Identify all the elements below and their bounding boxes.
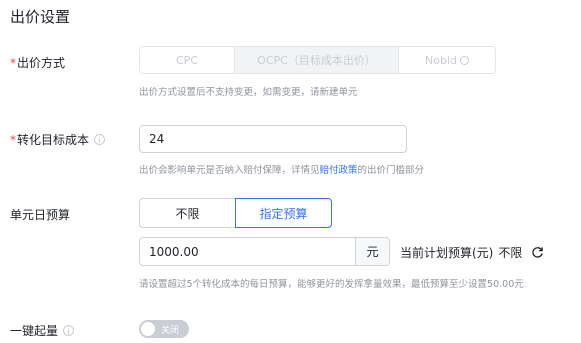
compensation-policy-link[interactable]: 赔付政策 [320,165,358,176]
bid-mode-option-nobid: Nobid [399,47,495,73]
bid-mode-option-ocpc: OCPC（目标成本出价） [235,47,399,73]
one-click-switch[interactable]: 关闭 [139,320,189,338]
plan-budget-label: 当前计划预算(元) [400,246,494,260]
info-icon[interactable] [63,325,75,336]
plan-budget-value: 不限 [498,246,523,260]
refresh-icon[interactable] [531,246,544,259]
target-cost-hint: 出价会影响单元是否纳入赔付保障，详情见赔付政策的出价门槛部分 [139,165,425,176]
switch-label: 关闭 [161,325,180,336]
switch-knob [141,322,155,336]
budget-option-unlimited[interactable]: 不限 [139,198,235,228]
required-mark: * [10,132,16,147]
daily-budget-label-row: 单元日预算 [10,206,70,223]
bid-mode-label: 出价方式 [17,56,66,70]
one-click-label-row: 一键起量 [10,322,75,339]
info-icon[interactable] [94,134,106,145]
target-cost-input[interactable]: 24 [139,125,407,153]
bid-mode-selector: CPC OCPC（目标成本出价） Nobid [139,46,496,74]
bid-mode-option-cpc: CPC [140,47,235,73]
budget-option-specified[interactable]: 指定预算 [235,198,332,228]
one-click-label: 一键起量 [10,324,59,338]
required-mark: * [10,55,16,70]
target-cost-label-row: * 转化目标成本 [10,131,106,148]
section-title: 出价设置 [10,8,71,26]
bid-mode-label-row: * 出价方式 [10,54,65,71]
bid-mode-hint: 出价方式设置后不支持变更，如需变更，请新建单元 [139,87,358,98]
daily-budget-input-group: 1000.00 元 [139,237,390,266]
daily-budget-input[interactable]: 1000.00 [140,238,355,265]
daily-budget-hint: 请设置超过5个转化成本的每日预算，能够更好的发挥拿量效果，最低预算至少设置50.… [139,279,524,290]
budget-unit-label: 元 [355,238,389,265]
info-icon [459,55,469,65]
daily-budget-toggle: 不限 指定预算 [139,198,332,228]
plan-budget-info: 当前计划预算(元) 不限 [400,244,544,261]
target-cost-label: 转化目标成本 [17,133,90,147]
daily-budget-label: 单元日预算 [10,208,71,222]
